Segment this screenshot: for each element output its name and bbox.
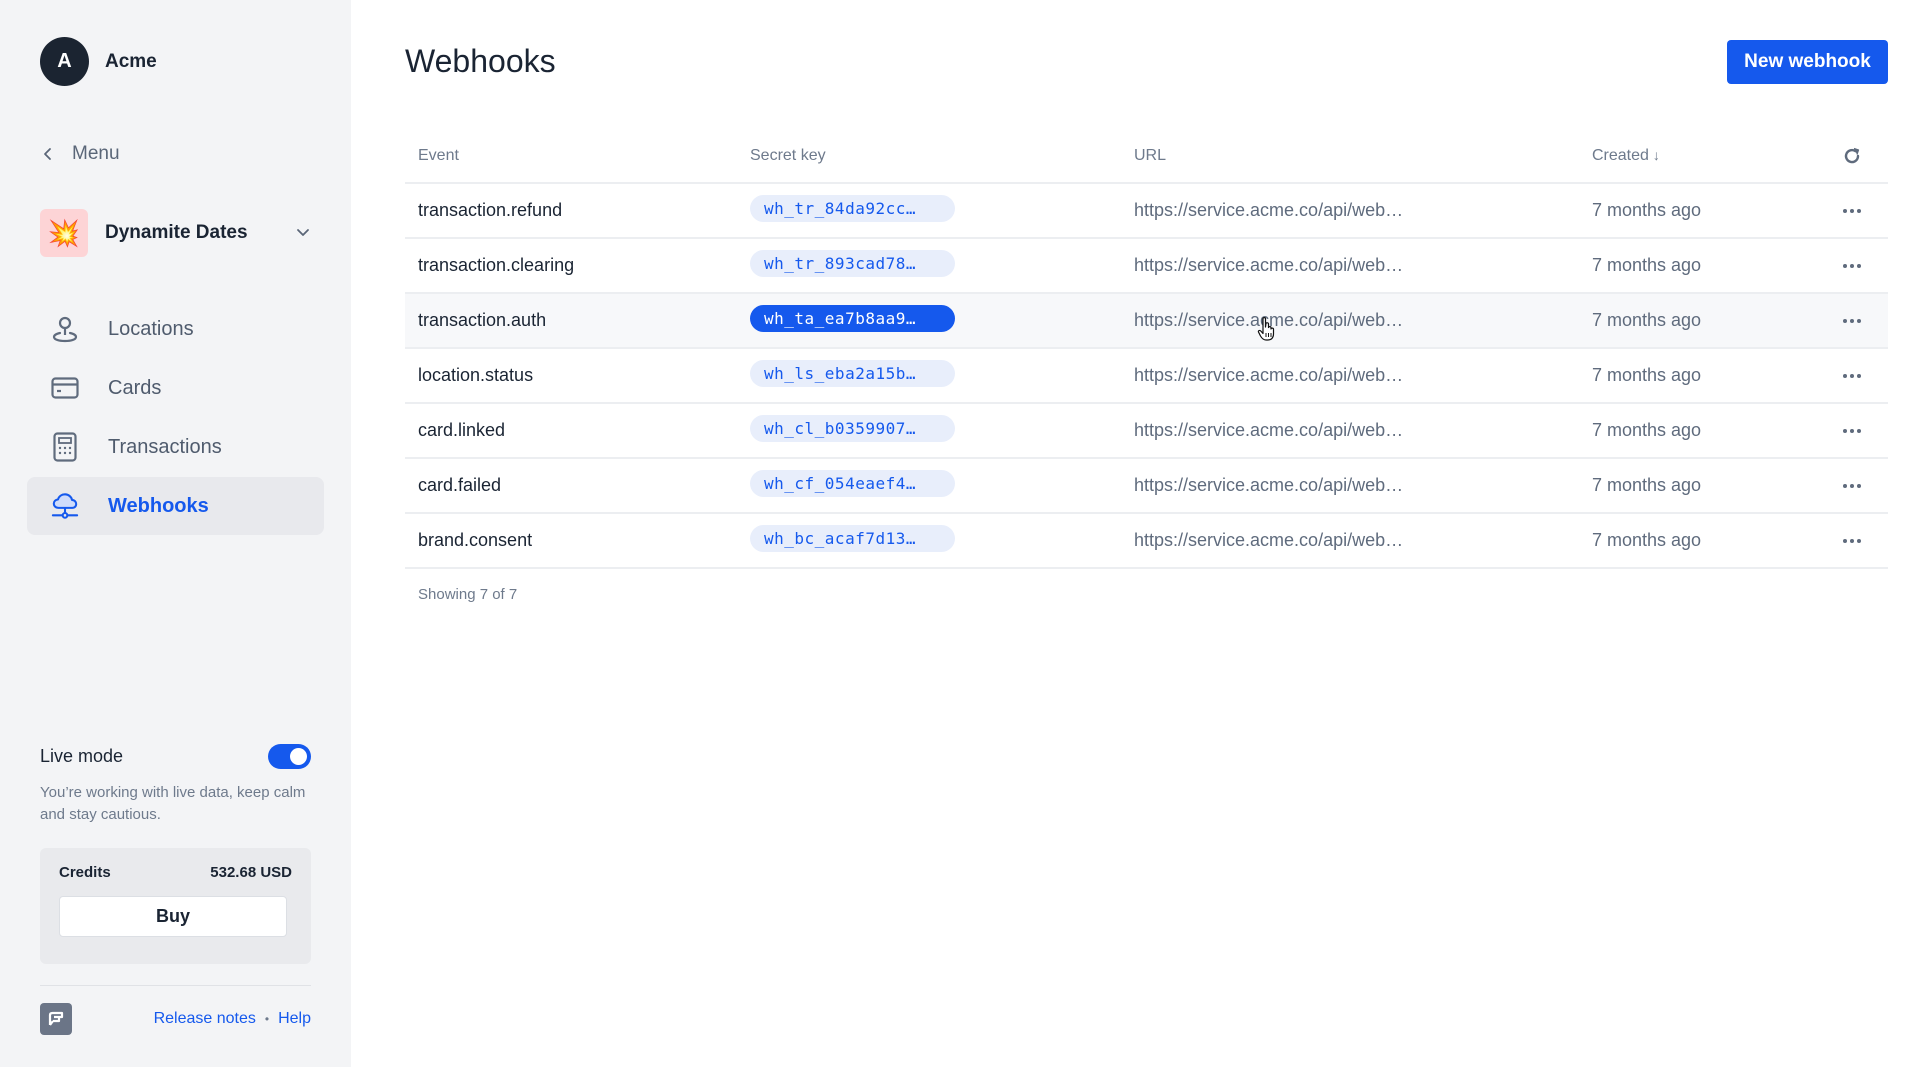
live-mode-section: Live mode You’re working with live data,… bbox=[40, 744, 311, 826]
table-header: Event Secret key URL Created ↓ bbox=[405, 130, 1888, 184]
more-options-icon[interactable] bbox=[1843, 483, 1861, 488]
event-name: transaction.refund bbox=[418, 200, 563, 220]
webhook-url: https://service.acme.co/api/web… bbox=[1134, 200, 1404, 220]
webhook-url: https://service.acme.co/api/web… bbox=[1134, 475, 1404, 495]
table-row[interactable]: card.failed wh_cf_054eaef4… https://servic… bbox=[405, 459, 1888, 514]
live-mode-label: Live mode bbox=[40, 746, 124, 766]
event-name: card.failed bbox=[418, 475, 502, 495]
created-time: 7 months ago bbox=[1592, 420, 1702, 440]
menu-back-label: Menu bbox=[72, 143, 120, 164]
more-options-icon[interactable] bbox=[1843, 318, 1861, 323]
webhook-url: https://service.acme.co/api/web… bbox=[1134, 530, 1404, 550]
help-link[interactable]: Help bbox=[278, 1010, 311, 1028]
sidebar: A Acme Menu 💥 Dynamite Dates Locations C… bbox=[0, 0, 351, 1067]
calculator-icon bbox=[51, 432, 79, 462]
webhook-url: https://service.acme.co/api/web… bbox=[1134, 420, 1404, 440]
sidebar-item-cards[interactable]: Cards bbox=[27, 359, 324, 417]
org-switcher[interactable]: A Acme bbox=[40, 37, 157, 86]
more-options-icon[interactable] bbox=[1843, 373, 1861, 378]
credit-card-icon bbox=[51, 374, 79, 402]
live-mode-description: You’re working with live data, keep calm… bbox=[40, 784, 306, 823]
secret-key-pill[interactable]: wh_tr_84da92cc… bbox=[750, 194, 955, 222]
sidebar-item-label: Cards bbox=[108, 376, 162, 399]
org-avatar: A bbox=[40, 37, 89, 86]
webhook-url: https://service.acme.co/api/web… bbox=[1134, 255, 1404, 275]
table-row[interactable]: brand.consent wh_bc_acaf7d13… https://serv… bbox=[405, 514, 1888, 569]
sidebar-item-transactions[interactable]: Transactions bbox=[27, 418, 324, 476]
created-time: 7 months ago bbox=[1592, 255, 1702, 275]
created-time: 7 months ago bbox=[1592, 475, 1702, 495]
page-title: Webhooks bbox=[405, 43, 556, 79]
more-options-icon[interactable] bbox=[1843, 428, 1861, 433]
created-time: 7 months ago bbox=[1592, 310, 1702, 330]
created-time: 7 months ago bbox=[1592, 530, 1702, 550]
secret-key-pill[interactable]: wh_ta_ea7b8aa9… bbox=[750, 304, 955, 332]
new-webhook-button[interactable]: New webhook bbox=[1727, 40, 1888, 84]
table-row[interactable]: transaction.clearing wh_tr_893cad78… https… bbox=[405, 239, 1888, 294]
webhooks-table: Event Secret key URL Created ↓ transactio… bbox=[405, 130, 1888, 603]
column-header-event: Event bbox=[418, 147, 459, 164]
sidebar-item-label: Webhooks bbox=[108, 494, 209, 517]
event-name: card.linked bbox=[418, 420, 506, 440]
sidebar-item-webhooks[interactable]: Webhooks bbox=[27, 477, 324, 535]
main-content: Webhooks New webhook Event Secret key UR… bbox=[351, 0, 1920, 1067]
hand-cursor-icon bbox=[1257, 317, 1275, 341]
link-separator: • bbox=[264, 1012, 270, 1026]
table-row[interactable]: transaction.refund wh_tr_84da92cc… https:/… bbox=[405, 184, 1888, 239]
secret-key-pill[interactable]: wh_cl_b0359907… bbox=[750, 414, 955, 442]
more-options-icon[interactable] bbox=[1843, 538, 1861, 543]
event-name: location.status bbox=[418, 365, 534, 385]
menu-back-button[interactable]: Menu bbox=[42, 143, 120, 165]
cloud-network-icon bbox=[51, 492, 79, 520]
live-mode-toggle[interactable] bbox=[268, 744, 311, 769]
credits-label: Credits bbox=[59, 864, 111, 881]
created-time: 7 months ago bbox=[1592, 365, 1702, 385]
table-row[interactable]: card.linked wh_cl_b0359907… https://servic… bbox=[405, 404, 1888, 459]
event-name: transaction.auth bbox=[418, 310, 547, 330]
pagination-summary: Showing 7 of 7 bbox=[418, 586, 518, 603]
more-options-icon[interactable] bbox=[1843, 208, 1861, 213]
sidebar-item-label: Transactions bbox=[108, 435, 222, 458]
more-options-icon[interactable] bbox=[1843, 263, 1861, 268]
brand-name: Dynamite Dates bbox=[105, 222, 248, 243]
buy-credits-button[interactable]: Buy bbox=[59, 896, 287, 937]
secret-key-pill[interactable]: wh_bc_acaf7d13… bbox=[750, 524, 955, 552]
column-header-url: URL bbox=[1134, 147, 1167, 164]
credits-card: Credits 532.68 USD Buy bbox=[40, 848, 311, 964]
brand-selector[interactable]: 💥 Dynamite Dates bbox=[40, 209, 312, 257]
webhook-url: https://service.acme.co/api/web… bbox=[1134, 310, 1404, 330]
webhook-url: https://service.acme.co/api/web… bbox=[1134, 365, 1404, 385]
secret-key-pill[interactable]: wh_tr_893cad78… bbox=[750, 249, 955, 277]
sidebar-item-label: Locations bbox=[108, 317, 194, 340]
created-label: Created bbox=[1592, 147, 1649, 164]
event-name: transaction.clearing bbox=[418, 255, 575, 275]
sidebar-item-locations[interactable]: Locations bbox=[27, 300, 324, 358]
credits-amount: 532.68 USD bbox=[210, 864, 292, 881]
release-notes-link[interactable]: Release notes bbox=[154, 1010, 256, 1028]
brand-logo: 💥 bbox=[40, 209, 88, 257]
chevron-left-icon bbox=[44, 148, 51, 160]
column-header-secret-key: Secret key bbox=[750, 147, 826, 164]
sort-down-icon: ↓ bbox=[1652, 147, 1660, 163]
column-header-created[interactable]: Created ↓ bbox=[1592, 147, 1826, 165]
app-logo-icon bbox=[40, 1003, 72, 1035]
location-pin-icon bbox=[51, 315, 79, 343]
table-row[interactable]: transaction.auth wh_ta_ea7b8aa9… https://s… bbox=[405, 294, 1888, 349]
org-name: Acme bbox=[105, 50, 157, 72]
sidebar-footer: Release notes • Help bbox=[40, 1003, 311, 1035]
created-time: 7 months ago bbox=[1592, 200, 1702, 220]
sidebar-nav: Locations Cards Transactions Webhooks bbox=[27, 300, 324, 536]
secret-key-pill[interactable]: wh_cf_054eaef4… bbox=[750, 469, 955, 497]
table-row[interactable]: location.status wh_ls_eba2a15b… https://se… bbox=[405, 349, 1888, 404]
refresh-icon[interactable] bbox=[1842, 146, 1862, 166]
secret-key-pill[interactable]: wh_ls_eba2a15b… bbox=[750, 359, 955, 387]
event-name: brand.consent bbox=[418, 530, 533, 550]
chevron-down-icon bbox=[297, 229, 309, 236]
sidebar-divider bbox=[40, 985, 311, 986]
